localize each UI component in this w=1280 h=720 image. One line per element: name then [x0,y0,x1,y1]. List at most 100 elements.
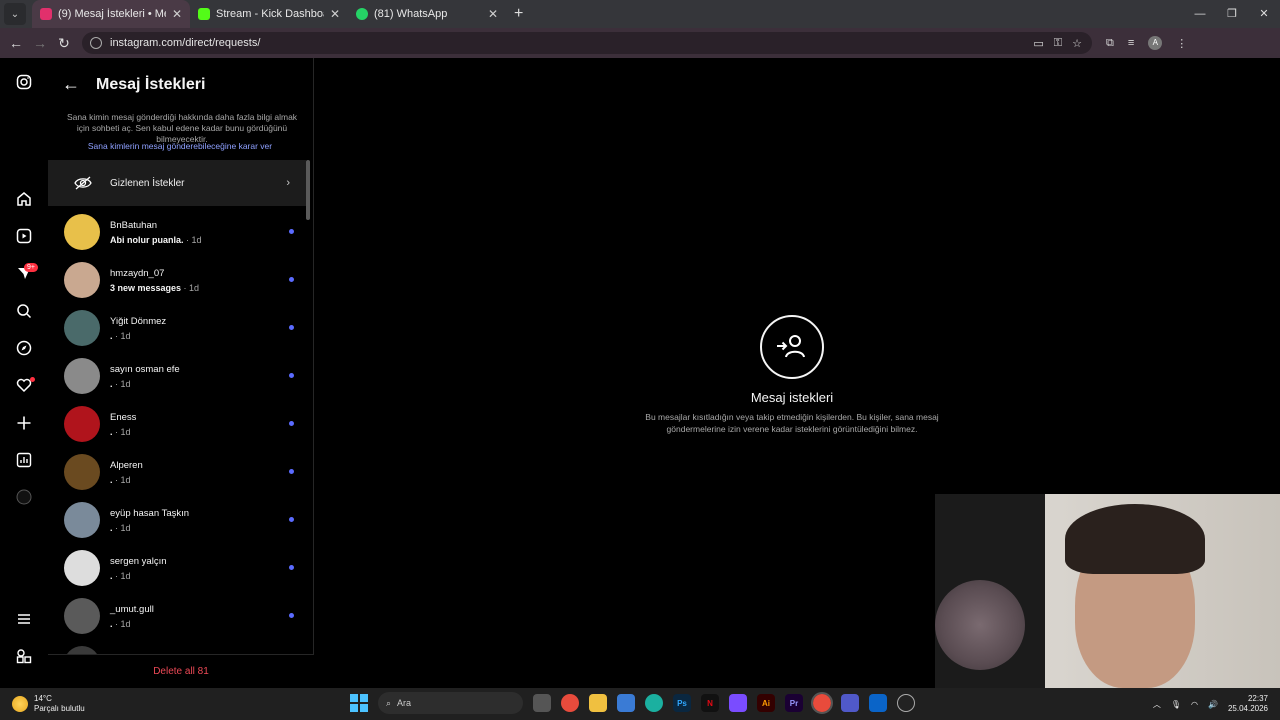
start-button[interactable] [350,694,368,712]
media-control-icon[interactable]: ≡ [1128,37,1134,49]
menu-kebab-icon[interactable]: ⋮ [1176,37,1187,50]
unread-dot [289,517,294,522]
tab-search-button[interactable]: ⌄ [4,3,26,25]
sender-name: Yiğit Dönmez [110,315,167,327]
hidden-requests-row[interactable]: Gizlenen İstekler › [48,160,306,206]
tray-overflow-icon[interactable]: ︿ [1153,699,1161,710]
volume-icon[interactable]: 🔊 [1208,700,1218,709]
url-text: instagram.com/direct/requests/ [110,37,261,49]
weather-temp: 14°C [34,694,52,703]
teams-icon[interactable] [841,694,859,712]
sender-name: sergen yalçın [110,555,167,567]
request-list-item[interactable]: sayın osman efe. · 1d [48,352,306,400]
search-placeholder: Ara [397,698,412,708]
streamer-hair [1065,504,1205,574]
profile-avatar[interactable]: A [1148,36,1163,50]
premiere-icon[interactable]: Pr [785,694,803,712]
reels-icon[interactable] [14,226,34,246]
maximize-icon[interactable]: ❐ [1216,0,1248,28]
message-controls-link[interactable]: Sana kimlerin mesaj gönderebileceğine ka… [60,141,300,151]
request-list-item[interactable]: BnBatuhan Abi nolur puanla. · 1d [48,208,306,256]
reload-icon[interactable]: ↻ [52,35,76,52]
sender-name: _umut.gull [110,603,154,615]
request-list-item[interactable]: Alperen. · 1d [48,448,306,496]
message-time: · 1d [181,282,200,293]
message-preview: 3 new messages [110,282,182,293]
unread-dot [289,373,294,378]
microphone-icon[interactable]: 🎙 [1171,700,1181,709]
avatar [64,406,100,442]
home-icon[interactable] [14,189,34,209]
weather-widget[interactable]: 14°C Parçalı bulutlu [0,694,85,714]
netflix-icon[interactable]: N [701,694,719,712]
profile-avatar-icon[interactable] [14,487,34,507]
illustrator-icon[interactable]: Ai [757,694,775,712]
message-time: · 1d [183,234,202,245]
request-list-item[interactable]: eyüp hasan Taşkın. · 1d [48,496,306,544]
extensions-icon[interactable]: ⧉ [1106,37,1114,50]
system-tray: ︿ 🎙 ◠ 🔊 22:37 25.04.2026 [1153,688,1268,720]
message-time: · 1d [112,474,131,485]
explore-compass-icon[interactable] [14,338,34,358]
close-window-icon[interactable]: ✕ [1248,0,1280,28]
sender-name: Alperen [110,459,143,471]
avatar [64,262,100,298]
tab-kick[interactable]: Stream - Kick Dashboard ✕ [190,0,348,28]
address-bar: ← → ↻ instagram.com/direct/requests/ ▭ ⚿… [0,28,1280,58]
chrome-active-icon[interactable] [811,692,833,714]
copilot-icon[interactable] [729,694,747,712]
bookmark-star-icon[interactable]: ☆ [1072,37,1082,50]
kick-icon [198,8,210,20]
scrollbar[interactable] [306,160,310,220]
create-plus-icon[interactable] [14,413,34,433]
message-time: · 1d [112,426,131,437]
request-list-item[interactable]: sergen yalçın. · 1d [48,544,306,592]
avatar [64,214,100,250]
request-list-item[interactable]: hmzaydn_07 3 new messages · 1d [48,256,306,304]
taskbar-search-input[interactable]: ⌕ Ara [378,692,523,714]
avatar [64,358,100,394]
outlook-icon[interactable] [869,694,887,712]
file-explorer-icon[interactable] [589,694,607,712]
delete-all-button[interactable]: Delete all 81 [48,654,314,688]
wifi-icon[interactable]: ◠ [1191,700,1198,709]
store-icon[interactable] [617,694,635,712]
edge-icon[interactable] [645,694,663,712]
close-tab-icon[interactable]: ✕ [172,7,182,21]
password-key-icon[interactable]: ⚿ [1054,37,1062,50]
close-tab-icon[interactable]: ✕ [488,7,498,21]
chrome-icon[interactable] [561,694,579,712]
hamburger-menu-icon[interactable] [14,609,34,629]
cast-icon[interactable]: ▭ [1033,37,1043,50]
minimize-icon[interactable]: — [1184,0,1216,28]
site-info-icon[interactable] [90,37,102,49]
avatar [64,454,100,490]
dashboard-icon[interactable] [14,450,34,470]
instagram-logo-icon[interactable] [14,72,34,92]
tab-title: Stream - Kick Dashboard [216,8,324,20]
message-time: · 1d [112,570,131,581]
new-tab-button[interactable]: + [514,5,523,23]
request-list-item[interactable]: Eness. · 1d [48,400,306,448]
photoshop-icon[interactable]: Ps [673,694,691,712]
back-arrow-icon[interactable]: ← [62,74,80,95]
tab-instagram[interactable]: (9) Mesaj İstekleri • Mesajlar ✕ [32,0,190,28]
unread-dot [289,277,294,282]
search-icon[interactable] [14,301,34,321]
url-input[interactable]: instagram.com/direct/requests/ ▭ ⚿ ☆ [82,32,1092,54]
close-tab-icon[interactable]: ✕ [330,7,340,21]
forward-icon[interactable]: → [28,35,52,51]
tab-whatsapp[interactable]: (81) WhatsApp ✕ [348,0,506,28]
task-view-icon[interactable] [533,694,551,712]
obs-icon[interactable] [897,694,915,712]
hidden-requests-label: Gizlenen İstekler [110,177,185,189]
meta-apps-icon[interactable] [14,646,34,666]
back-icon[interactable]: ← [4,35,28,51]
unread-dot [289,421,294,426]
unread-dot [289,469,294,474]
request-list-item[interactable]: _umut.gull. · 1d [48,592,306,640]
unread-dot [289,565,294,570]
request-list-item[interactable]: Yiğit Dönmez. · 1d [48,304,306,352]
system-clock[interactable]: 22:37 25.04.2026 [1228,694,1268,714]
weather-desc: Parçalı bulutlu [34,704,85,713]
